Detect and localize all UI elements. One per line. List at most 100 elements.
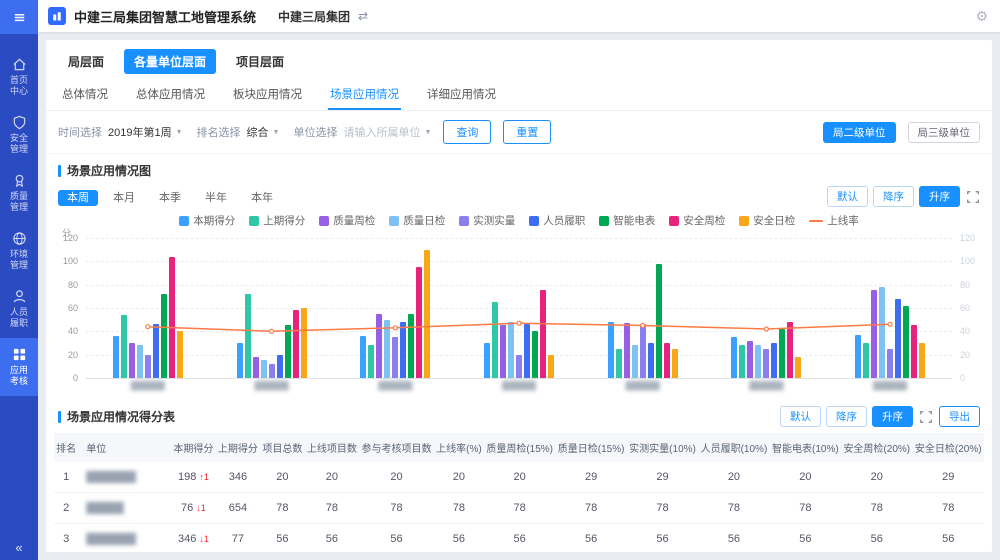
menu-toggle-button[interactable] <box>0 0 38 34</box>
legend-item-line[interactable]: 上线率 <box>809 213 859 228</box>
bar[interactable] <box>911 325 917 378</box>
bar[interactable] <box>169 257 175 378</box>
legend-item-8[interactable]: 安全日检 <box>739 213 795 228</box>
bar[interactable] <box>261 360 267 378</box>
period-tab-3[interactable]: 半年 <box>196 190 236 206</box>
level2-tab-3[interactable]: 场景应用情况 <box>328 79 401 110</box>
sidebar-item-person[interactable]: 人员履职 <box>0 280 38 338</box>
bar[interactable] <box>293 310 299 378</box>
bar[interactable] <box>887 349 893 378</box>
bar[interactable] <box>129 343 135 378</box>
table-sort-button-1[interactable]: 降序 <box>826 406 867 427</box>
chart-sort-button-2[interactable]: 升序 <box>919 186 960 207</box>
legend-item-1[interactable]: 上期得分 <box>249 213 305 228</box>
bar[interactable] <box>656 264 662 378</box>
bar[interactable] <box>779 329 785 378</box>
bar[interactable] <box>608 322 614 378</box>
export-button[interactable]: 导出 <box>939 406 980 427</box>
bar[interactable] <box>137 345 143 378</box>
bar[interactable] <box>392 337 398 378</box>
bar[interactable] <box>508 322 514 378</box>
bar[interactable] <box>548 355 554 378</box>
bar[interactable] <box>763 349 769 378</box>
bar[interactable] <box>624 323 630 378</box>
bar[interactable] <box>408 314 414 378</box>
chart-sort-button-0[interactable]: 默认 <box>827 186 868 207</box>
fullscreen-icon[interactable] <box>966 190 980 204</box>
collapse-sidebar-icon[interactable]: « <box>15 541 22 554</box>
legend-item-4[interactable]: 实测实量 <box>459 213 515 228</box>
period-tab-0[interactable]: 本周 <box>58 190 98 206</box>
bar[interactable] <box>903 306 909 378</box>
chart-sort-button-1[interactable]: 降序 <box>873 186 914 207</box>
bar[interactable] <box>747 341 753 378</box>
bar[interactable] <box>245 294 251 378</box>
bar[interactable] <box>919 343 925 378</box>
bar[interactable] <box>879 287 885 378</box>
bar[interactable] <box>113 336 119 378</box>
period-tab-4[interactable]: 本年 <box>242 190 282 206</box>
period-tab-2[interactable]: 本季 <box>150 190 190 206</box>
bar[interactable] <box>368 345 374 378</box>
bar[interactable] <box>500 325 506 378</box>
level1-tab-2[interactable]: 项目层面 <box>226 49 294 74</box>
bar[interactable] <box>301 308 307 378</box>
bar[interactable] <box>863 343 869 378</box>
bar[interactable] <box>648 343 654 378</box>
level1-tab-1[interactable]: 各量单位层面 <box>124 49 216 74</box>
level2-tab-0[interactable]: 总体情况 <box>60 79 110 110</box>
bar[interactable] <box>277 355 283 378</box>
sidebar-item-apps[interactable]: 应用考核 <box>0 338 38 396</box>
bar[interactable] <box>516 355 522 378</box>
level2-tab-4[interactable]: 详细应用情况 <box>425 79 498 110</box>
bar[interactable] <box>855 335 861 378</box>
table-row[interactable]: 2██████76↓16547878787878787878787878 <box>54 493 984 524</box>
bar[interactable] <box>269 364 275 378</box>
bar[interactable] <box>492 302 498 378</box>
bar[interactable] <box>871 290 877 378</box>
bar[interactable] <box>237 343 243 378</box>
bar[interactable] <box>787 322 793 378</box>
legend-item-7[interactable]: 安全周检 <box>669 213 725 228</box>
bar[interactable] <box>616 349 622 378</box>
unit-level-button-1[interactable]: 局三级单位 <box>908 122 981 143</box>
bar[interactable] <box>424 250 430 378</box>
bar[interactable] <box>360 336 366 378</box>
period-tab-1[interactable]: 本月 <box>104 190 144 206</box>
bar[interactable] <box>540 290 546 378</box>
bar[interactable] <box>640 324 646 378</box>
legend-item-6[interactable]: 智能电表 <box>599 213 655 228</box>
level1-tab-0[interactable]: 局层面 <box>58 49 114 74</box>
sidebar-item-medal[interactable]: 质量管理 <box>0 164 38 222</box>
bar[interactable] <box>400 322 406 378</box>
bar[interactable] <box>795 357 801 378</box>
time-select[interactable]: 2019年第1周▼ <box>108 124 183 140</box>
bar[interactable] <box>121 315 127 378</box>
bar[interactable] <box>672 349 678 378</box>
rank-select[interactable]: 综合▼ <box>247 124 280 140</box>
legend-item-3[interactable]: 质量日检 <box>389 213 445 228</box>
bar[interactable] <box>771 343 777 378</box>
bar[interactable] <box>664 343 670 378</box>
unit-select[interactable]: 请输入所属单位▼ <box>343 124 431 140</box>
legend-item-0[interactable]: 本期得分 <box>179 213 235 228</box>
bar[interactable] <box>285 325 291 378</box>
bar[interactable] <box>484 343 490 378</box>
unit-level-button-0[interactable]: 局二级单位 <box>823 122 896 143</box>
bar[interactable] <box>895 299 901 378</box>
bar[interactable] <box>524 324 530 378</box>
level2-tab-1[interactable]: 总体应用情况 <box>134 79 207 110</box>
sidebar-item-globe[interactable]: 环境管理 <box>0 222 38 280</box>
table-sort-button-2[interactable]: 升序 <box>872 406 913 427</box>
bar[interactable] <box>416 267 422 378</box>
settings-gear-icon[interactable]: ⚙ <box>975 8 988 25</box>
bar[interactable] <box>632 345 638 378</box>
reset-button[interactable]: 重置 <box>503 120 551 144</box>
bar[interactable] <box>161 294 167 378</box>
collapse-table-icon[interactable] <box>919 410 933 424</box>
bar[interactable] <box>376 314 382 378</box>
bar[interactable] <box>532 331 538 378</box>
level2-tab-2[interactable]: 板块应用情况 <box>231 79 304 110</box>
search-button[interactable]: 查询 <box>443 120 491 144</box>
bar[interactable] <box>253 357 259 378</box>
